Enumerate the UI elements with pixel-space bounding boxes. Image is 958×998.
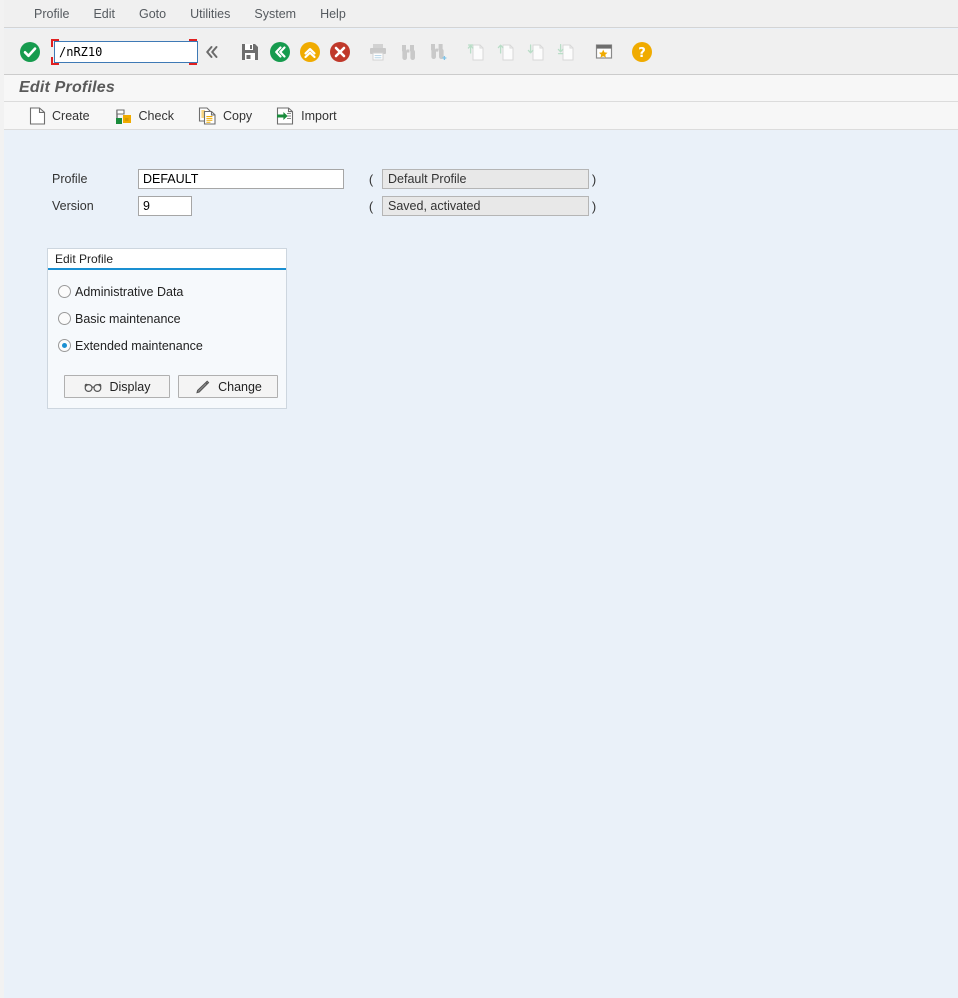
- menu-system[interactable]: System: [242, 1, 308, 27]
- check-button-label: Check: [139, 109, 174, 123]
- menu-help[interactable]: Help: [308, 1, 358, 27]
- application-toolbar: Create Check Copy: [4, 102, 958, 130]
- version-close-paren: ): [589, 199, 599, 214]
- version-open-paren: (: [366, 199, 376, 214]
- previous-page-icon: [491, 37, 521, 67]
- double-chevron-left-icon[interactable]: [197, 37, 227, 67]
- menu-profile[interactable]: Profile: [22, 1, 81, 27]
- version-description: Saved, activated: [382, 196, 589, 216]
- back-icon[interactable]: [265, 37, 295, 67]
- copy-button-label: Copy: [223, 109, 252, 123]
- menu-edit[interactable]: Edit: [81, 1, 127, 27]
- profile-row: Profile ( Default Profile ): [52, 168, 599, 190]
- copy-document-icon: [198, 107, 217, 125]
- groupbox-title: Edit Profile: [55, 252, 113, 266]
- profile-label: Profile: [52, 172, 138, 186]
- display-button-label: Display: [110, 380, 151, 394]
- radio-administrative-data-label: Administrative Data: [75, 285, 183, 299]
- import-document-icon: [276, 107, 295, 125]
- radio-basic-maintenance[interactable]: Basic maintenance: [48, 305, 286, 332]
- version-label: Version: [52, 199, 138, 213]
- title-bar: Edit Profiles: [4, 75, 958, 102]
- command-field-wrapper: [51, 39, 197, 65]
- page-title: Edit Profiles: [19, 79, 115, 97]
- display-button[interactable]: Display: [64, 375, 170, 398]
- exit-icon[interactable]: [295, 37, 325, 67]
- change-button-label: Change: [218, 380, 262, 394]
- version-input[interactable]: [138, 196, 192, 216]
- groupbox-body: Administrative Data Basic maintenance Ex…: [48, 270, 286, 408]
- command-input[interactable]: [54, 41, 198, 63]
- radio-extended-maintenance-label: Extended maintenance: [75, 339, 203, 353]
- check-profile-icon: [114, 107, 133, 125]
- copy-button[interactable]: Copy: [189, 103, 261, 129]
- check-button[interactable]: Check: [105, 103, 183, 129]
- create-button[interactable]: Create: [20, 103, 99, 129]
- menu-goto[interactable]: Goto: [127, 1, 178, 27]
- screen-canvas: Profile ( Default Profile ) Version ( Sa…: [4, 130, 958, 998]
- help-icon[interactable]: ?: [627, 37, 657, 67]
- profile-open-paren: (: [366, 172, 376, 187]
- next-page-icon: [521, 37, 551, 67]
- import-button-label: Import: [301, 109, 336, 123]
- print-icon: [363, 37, 393, 67]
- create-shortcut-icon[interactable]: [589, 37, 619, 67]
- menu-utilities[interactable]: Utilities: [178, 1, 242, 27]
- standard-toolbar: ?: [4, 29, 958, 75]
- svg-text:?: ?: [638, 46, 646, 61]
- save-icon[interactable]: [235, 37, 265, 67]
- green-check-icon[interactable]: [15, 37, 45, 67]
- radio-extended-maintenance-mark[interactable]: [58, 339, 71, 352]
- profile-description: Default Profile: [382, 169, 589, 189]
- pencil-icon: [194, 380, 210, 394]
- radio-extended-maintenance[interactable]: Extended maintenance: [48, 332, 286, 359]
- radio-administrative-data-mark[interactable]: [58, 285, 71, 298]
- radio-basic-maintenance-label: Basic maintenance: [75, 312, 181, 326]
- glasses-icon: [84, 381, 102, 393]
- cancel-icon[interactable]: [325, 37, 355, 67]
- menu-bar: Profile Edit Goto Utilities System Help: [4, 0, 958, 28]
- profile-input[interactable]: [138, 169, 344, 189]
- find-next-icon: [423, 37, 453, 67]
- create-button-label: Create: [52, 109, 90, 123]
- change-button[interactable]: Change: [178, 375, 278, 398]
- groupbox-header: Edit Profile: [48, 249, 286, 270]
- last-page-icon: [551, 37, 581, 67]
- radio-basic-maintenance-mark[interactable]: [58, 312, 71, 325]
- edit-profile-groupbox: Edit Profile Administrative Data Basic m…: [47, 248, 287, 409]
- find-icon: [393, 37, 423, 67]
- import-button[interactable]: Import: [267, 103, 345, 129]
- radio-administrative-data[interactable]: Administrative Data: [48, 278, 286, 305]
- new-document-icon: [29, 107, 46, 125]
- version-row: Version ( Saved, activated ): [52, 195, 599, 217]
- first-page-icon: [461, 37, 491, 67]
- profile-close-paren: ): [589, 172, 599, 187]
- groupbox-button-bar: Display Change: [48, 375, 286, 398]
